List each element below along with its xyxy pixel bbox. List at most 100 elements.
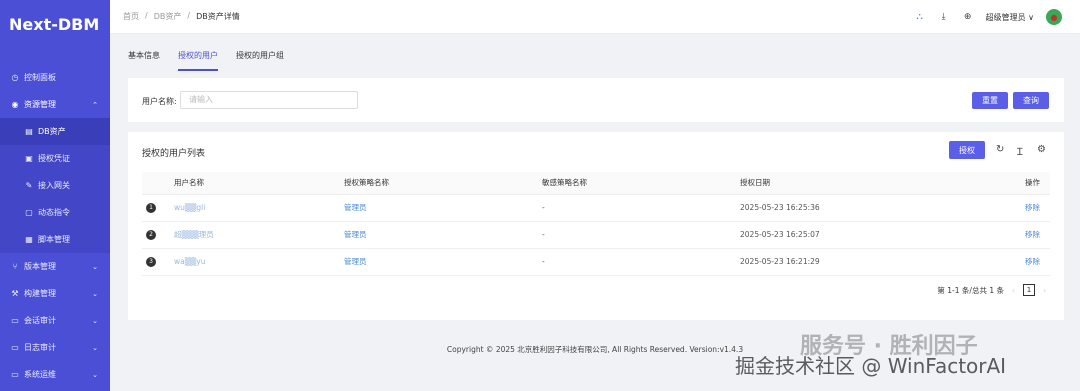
sidebar-item-label: 授权凭证 (38, 154, 70, 163)
breadcrumb-separator: / (187, 11, 191, 20)
dashboard-icon: ◷ (11, 73, 19, 82)
script-icon: ▦ (25, 235, 33, 244)
search-label: 用户名称: (142, 97, 177, 106)
refresh-icon[interactable]: ↻ (996, 144, 1004, 155)
pagination-summary: 第 1-1 条/总共 1 条 (937, 285, 1004, 295)
sidebar-item-system-ops[interactable]: ▭ 系统运维 ⌄ (0, 361, 110, 388)
sidebar-item-label: DB资产 (38, 127, 66, 136)
avatar[interactable]: ● (1046, 9, 1062, 25)
sidebar-item-version-management[interactable]: ⑂ 版本管理 ⌄ (0, 253, 110, 280)
settings-icon[interactable]: ⚙ (1037, 144, 1046, 155)
sidebar-item-session-audit[interactable]: ▭ 会话审计 ⌄ (0, 307, 110, 334)
breadcrumb-current: DB资产详情 (196, 12, 240, 21)
breadcrumb-separator: / (145, 11, 148, 20)
table-row: 2 超▒▒▒理员 管理员 - 2025-05-23 16:25:07 移除 (142, 221, 1050, 249)
chevron-down-icon: ⌄ (92, 289, 98, 298)
log-icon: ▭ (11, 343, 19, 352)
row-strategy: 管理员 (340, 221, 538, 249)
chevron-down-icon: ⌄ (92, 343, 98, 352)
sidebar-item-label: 日志审计 (24, 343, 56, 352)
authorize-button[interactable]: 授权 (949, 141, 985, 159)
row-index: 3 (142, 248, 170, 276)
row-index: 1 (142, 194, 170, 222)
session-icon: ▭ (11, 316, 19, 325)
sidebar-item-credentials[interactable]: ▣ 授权凭证 (0, 145, 110, 172)
command-icon: ▢ (25, 208, 33, 217)
next-page-button[interactable]: › (1043, 286, 1046, 295)
row-sensitive: - (538, 194, 736, 222)
reset-button[interactable]: 重置 (972, 92, 1008, 109)
build-icon: ⚒ (11, 289, 19, 298)
row-action: 移除 (1006, 221, 1050, 249)
tabs: 基本信息 授权的用户 授权的用户组 (128, 50, 284, 71)
row-date: 2025-05-23 16:25:36 (736, 194, 1006, 222)
chevron-down-icon: ⌄ (92, 316, 98, 325)
column-header-strategy: 授权策略名称 (340, 172, 538, 195)
app-logo: Next-DBM (9, 15, 100, 34)
table-header-row: 用户名称 授权策略名称 敏感策略名称 授权日期 操作 (142, 172, 1050, 195)
user-list-panel: 授权的用户列表 授权 ↻ Ɪ ⚙ 用户名称 授权策略名称 敏感策略名称 授权日期… (128, 132, 1064, 320)
tab-authorized-users[interactable]: 授权的用户 (178, 50, 218, 71)
row-user: 超▒▒▒理员 (170, 221, 340, 249)
row-index: 2 (142, 221, 170, 249)
sidebar-item-label: 系统运维 (24, 370, 56, 379)
column-header-index (142, 172, 170, 195)
column-header-action: 操作 (1006, 172, 1050, 195)
row-action: 移除 (1006, 248, 1050, 276)
user-link[interactable]: 超▒▒▒理员 (174, 230, 214, 239)
user-name: 超级管理员 (985, 12, 1026, 22)
tab-authorized-user-groups[interactable]: 授权的用户组 (236, 50, 284, 71)
sidebar-item-dashboard[interactable]: ◷ 控制面板 (0, 64, 110, 91)
strategy-link[interactable]: 管理员 (344, 257, 367, 266)
user-link[interactable]: wa▒▒yu (174, 257, 205, 266)
strategy-link[interactable]: 管理员 (344, 203, 367, 212)
row-user: wu▒▒gli (170, 194, 340, 222)
chevron-down-icon: ⌄ (92, 370, 98, 379)
sidebar-item-log-audit[interactable]: ▭ 日志审计 ⌄ (0, 334, 110, 361)
sidebar-item-label: 脚本管理 (38, 235, 70, 244)
globe-icon[interactable]: ⊕ (962, 12, 974, 22)
sidebar-item-dynamic-commands[interactable]: ▢ 动态指令 (0, 199, 110, 226)
breadcrumb-home[interactable]: 首页 (123, 11, 139, 22)
db-icon: ▤ (25, 127, 33, 136)
column-header-date: 授权日期 (736, 172, 1006, 195)
sidebar-item-scripts[interactable]: ▦ 脚本管理 (0, 226, 110, 253)
chevron-down-icon: ∨ (1028, 12, 1034, 22)
remove-link[interactable]: 移除 (1025, 203, 1040, 212)
row-sensitive: - (538, 221, 736, 249)
system-icon: ▭ (11, 370, 19, 379)
sidebar: Next-DBM ◷ 控制面板 ◉ 资源管理 ⌃ ▤ DB资产 ▣ 授权凭证 ✎ 接入网关 … (0, 0, 110, 391)
sidebar-item-resource-management[interactable]: ◉ 资源管理 ⌃ (0, 91, 110, 118)
breadcrumb-db-assets[interactable]: DB资产 (154, 11, 182, 22)
row-date: 2025-05-23 16:21:29 (736, 248, 1006, 276)
user-table: 用户名称 授权策略名称 敏感策略名称 授权日期 操作 1 wu▒▒gli 管理员… (142, 172, 1050, 276)
chevron-up-icon: ⌃ (92, 100, 98, 109)
page-number-button[interactable]: 1 (1023, 284, 1035, 296)
remove-link[interactable]: 移除 (1025, 257, 1040, 266)
table-row: 3 wa▒▒yu 管理员 - 2025-05-23 16:21:29 移除 (142, 248, 1050, 276)
prev-page-button[interactable]: ‹ (1012, 286, 1015, 295)
query-button[interactable]: 查询 (1013, 92, 1049, 109)
sidebar-item-label: 会话审计 (24, 316, 56, 325)
user-link[interactable]: wu▒▒gli (174, 203, 205, 212)
sidebar-item-gateway[interactable]: ✎ 接入网关 (0, 172, 110, 199)
row-date: 2025-05-23 16:25:07 (736, 221, 1006, 249)
edit-icon: ✎ (25, 181, 33, 190)
sidebar-item-label: 版本管理 (24, 262, 56, 271)
username-search-input[interactable]: 请输入 (180, 91, 358, 109)
branch-icon: ⑂ (12, 262, 18, 271)
table-row: 1 wu▒▒gli 管理员 - 2025-05-23 16:25:36 移除 (142, 194, 1050, 222)
density-icon[interactable]: Ɪ (1017, 144, 1023, 158)
user-menu[interactable]: 超级管理员 ∨ (986, 12, 1034, 23)
watermark-line2: 掘金技术社区 @ WinFactorAI (735, 354, 1007, 378)
row-index-badge: 1 (146, 203, 156, 213)
sidebar-item-build-management[interactable]: ⚒ 构建管理 ⌄ (0, 280, 110, 307)
remove-link[interactable]: 移除 (1025, 230, 1040, 239)
row-strategy: 管理员 (340, 248, 538, 276)
network-icon[interactable]: ⛬ (914, 12, 926, 22)
sidebar-item-label: 接入网关 (38, 181, 70, 190)
strategy-link[interactable]: 管理员 (344, 230, 367, 239)
sidebar-item-db-assets[interactable]: ▤ DB资产 (0, 118, 110, 145)
download-icon[interactable]: ⤓ (938, 12, 950, 22)
tab-basic-info[interactable]: 基本信息 (128, 50, 160, 71)
